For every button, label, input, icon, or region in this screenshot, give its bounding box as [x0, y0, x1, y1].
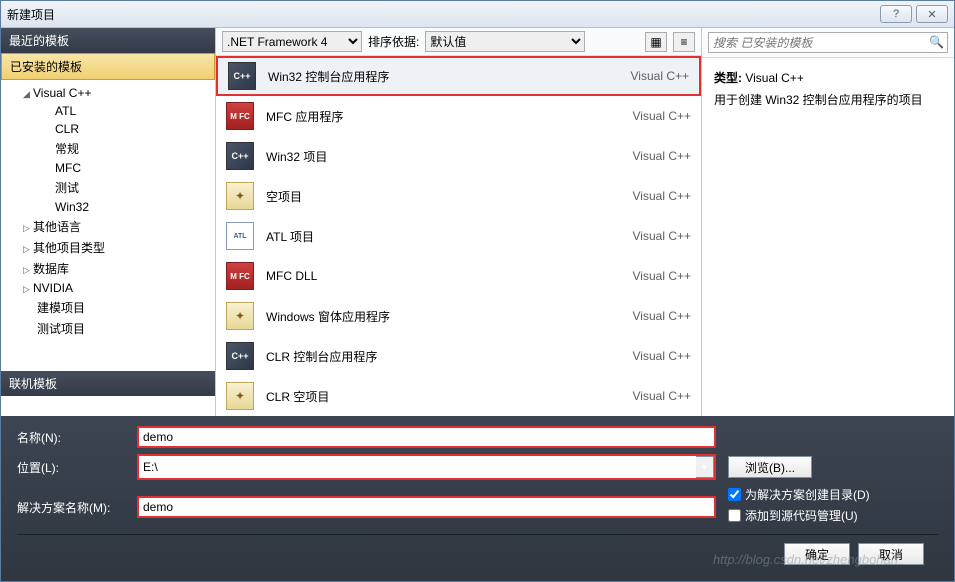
name-label: 名称(N): [17, 429, 137, 446]
template-name: Win32 项目 [266, 148, 633, 165]
details-pane: 🔍 类型: Visual C++ 用于创建 Win32 控制台应用程序的项目 [702, 28, 954, 416]
name-input[interactable] [137, 426, 716, 448]
tree-modeling[interactable]: 建模项目 [1, 297, 215, 318]
template-description: 用于创建 Win32 控制台应用程序的项目 [714, 90, 942, 112]
empty-icon: ✦ [226, 302, 254, 330]
chevron-right-icon: ▷ [23, 284, 33, 295]
tree-test-proj[interactable]: 测试项目 [1, 318, 215, 339]
view-details-button[interactable]: ≡ [673, 32, 695, 52]
chevron-right-icon: ▷ [23, 244, 33, 255]
template-name: 空项目 [266, 188, 633, 205]
tree-mfc[interactable]: MFC [1, 159, 215, 177]
search-icon[interactable]: 🔍 [929, 35, 944, 49]
browse-button[interactable]: 浏览(B)... [728, 456, 812, 478]
create-directory-checkbox[interactable]: 为解决方案创建目录(D) [728, 486, 938, 503]
template-lang: Visual C++ [633, 389, 691, 403]
template-row[interactable]: M FC MFC DLLVisual C++ [216, 256, 701, 296]
sort-label: 排序依据: [368, 33, 419, 50]
template-name: MFC DLL [266, 269, 633, 283]
mfc-icon: M FC [226, 262, 254, 290]
template-tree: ◢Visual C++ ATL CLR 常规 MFC 测试 Win32 ▷其他语… [1, 80, 215, 371]
template-row[interactable]: C++ Win32 项目Visual C++ [216, 136, 701, 176]
ok-button[interactable]: 确定 [784, 543, 850, 565]
tree-nvidia[interactable]: ▷NVIDIA [1, 279, 215, 297]
add-source-control-checkbox[interactable]: 添加到源代码管理(U) [728, 507, 938, 524]
titlebar: 新建项目 ? ✕ [1, 1, 954, 28]
chevron-down-icon: ◢ [23, 89, 33, 100]
template-row[interactable]: M FC MFC 应用程序Visual C++ [216, 96, 701, 136]
template-name: Windows 窗体应用程序 [266, 308, 633, 325]
tree-other-lang[interactable]: ▷其他语言 [1, 216, 215, 237]
view-small-icons-button[interactable]: ▦ [645, 32, 667, 52]
template-row[interactable]: ✦ 空项目Visual C++ [216, 176, 701, 216]
chevron-right-icon: ▷ [23, 265, 33, 276]
cancel-button[interactable]: 取消 [858, 543, 924, 565]
template-lang: Visual C++ [633, 149, 691, 163]
template-list: C++Win32 控制台应用程序Visual C++M FCMFC 应用程序Vi… [216, 56, 701, 416]
template-name: ATL 项目 [266, 228, 633, 245]
window-title: 新建项目 [7, 6, 876, 23]
list-toolbar: .NET Framework 4 排序依据: 默认值 ▦ ≡ [216, 28, 701, 56]
empty-icon: ✦ [226, 182, 254, 210]
solution-input[interactable] [137, 496, 716, 518]
template-lang: Visual C++ [633, 109, 691, 123]
template-lang: Visual C++ [633, 189, 691, 203]
template-name: CLR 控制台应用程序 [266, 348, 633, 365]
location-label: 位置(L): [17, 459, 137, 476]
solution-label: 解决方案名称(M): [17, 499, 137, 516]
mfc-icon: M FC [226, 102, 254, 130]
chevron-right-icon: ▷ [23, 223, 33, 234]
recent-templates-header[interactable]: 最近的模板 [1, 28, 215, 53]
template-row[interactable]: ATL ATL 项目Visual C++ [216, 216, 701, 256]
tree-general[interactable]: 常规 [1, 138, 215, 159]
template-list-pane: .NET Framework 4 排序依据: 默认值 ▦ ≡ C++ Win32 … [216, 28, 702, 416]
help-button[interactable]: ? [880, 5, 912, 23]
template-lang: Visual C++ [633, 349, 691, 363]
search-input[interactable] [708, 32, 948, 53]
vs-icon: C++ [226, 142, 254, 170]
vs-icon: C++ [228, 62, 256, 90]
type-value: Visual C++ [745, 71, 803, 85]
tree-other-types[interactable]: ▷其他项目类型 [1, 237, 215, 258]
search-box: 🔍 [708, 32, 948, 53]
location-dropdown-button[interactable]: ▼ [696, 456, 714, 478]
template-name: Win32 控制台应用程序 [268, 68, 631, 85]
tree-atl[interactable]: ATL [1, 102, 215, 120]
template-lang: Visual C++ [633, 229, 691, 243]
template-row[interactable]: ✦ CLR 空项目Visual C++ [216, 376, 701, 416]
project-form: 名称(N): 位置(L): ▼ 浏览(B)... 解决方案名称(M): 为解决方… [1, 416, 954, 581]
template-name: CLR 空项目 [266, 388, 633, 405]
empty-icon: ✦ [226, 382, 254, 410]
tree-visual-cpp[interactable]: ◢Visual C++ [1, 84, 215, 102]
online-templates-header[interactable]: 联机模板 [1, 371, 215, 396]
sort-select[interactable]: 默认值 [425, 31, 585, 52]
template-row[interactable]: C++ Win32 控制台应用程序Visual C++ [216, 56, 701, 96]
tree-win32[interactable]: Win32 [1, 198, 215, 216]
type-label: 类型: [714, 71, 742, 85]
location-input[interactable] [139, 456, 696, 478]
template-row[interactable]: ✦ Windows 窗体应用程序Visual C++ [216, 296, 701, 336]
new-project-dialog: 新建项目 ? ✕ 最近的模板 已安装的模板 ◢Visual C++ ATL CL… [0, 0, 955, 582]
template-lang: Visual C++ [631, 69, 689, 83]
tree-database[interactable]: ▷数据库 [1, 258, 215, 279]
template-lang: Visual C++ [633, 309, 691, 323]
template-row[interactable]: C++ CLR 控制台应用程序Visual C++ [216, 336, 701, 376]
tree-test[interactable]: 测试 [1, 177, 215, 198]
template-sidebar: 最近的模板 已安装的模板 ◢Visual C++ ATL CLR 常规 MFC … [1, 28, 216, 416]
installed-templates-header[interactable]: 已安装的模板 [1, 53, 215, 80]
template-name: MFC 应用程序 [266, 108, 633, 125]
tree-clr[interactable]: CLR [1, 120, 215, 138]
atl-icon: ATL [226, 222, 254, 250]
template-lang: Visual C++ [633, 269, 691, 283]
framework-select[interactable]: .NET Framework 4 [222, 31, 362, 52]
vs-icon: C++ [226, 342, 254, 370]
close-button[interactable]: ✕ [916, 5, 948, 23]
